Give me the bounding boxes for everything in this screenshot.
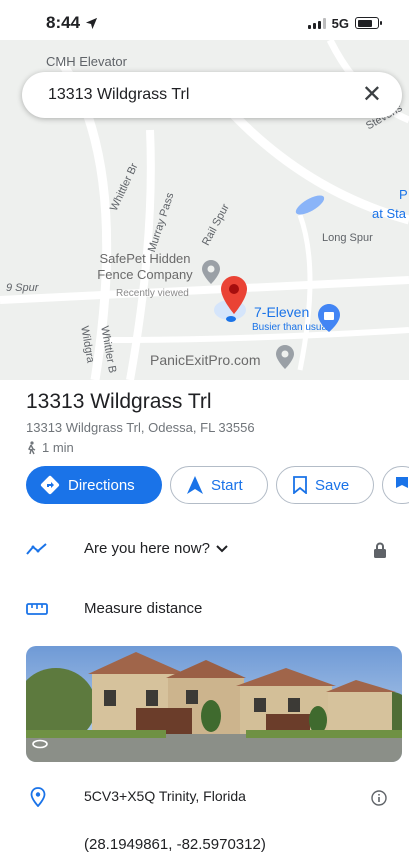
360-view-icon xyxy=(32,739,48,749)
walk-time: 1 min xyxy=(26,440,74,455)
flag-icon xyxy=(396,477,408,488)
map-street-label: 9 Spur xyxy=(6,282,39,294)
here-now-row[interactable]: Are you here now? xyxy=(0,538,409,562)
place-marker-icon[interactable] xyxy=(276,345,294,369)
directions-button[interactable]: Directions xyxy=(26,466,162,504)
street-view-photo[interactable] xyxy=(26,646,402,762)
shopping-bag-icon[interactable] xyxy=(318,304,340,332)
pin-base xyxy=(226,316,236,322)
poi-name-line: SafePet Hidden xyxy=(99,251,191,266)
measure-distance-row[interactable]: Measure distance xyxy=(0,598,409,622)
save-button[interactable]: Save xyxy=(276,466,374,504)
place-marker-icon[interactable] xyxy=(202,260,220,284)
here-now-label: Are you here now? xyxy=(84,540,210,557)
walk-time-value: 1 min xyxy=(42,440,74,455)
poi-name-line: Fence Company xyxy=(97,267,193,282)
map-street-label: Long Spur xyxy=(322,232,373,244)
maps-app: 8:44 5G Whittler Br Murray Pass Rail Spu… xyxy=(0,0,409,861)
street-view-image xyxy=(26,646,402,762)
map-poi-partial[interactable]: P xyxy=(399,187,408,202)
status-indicators: 5G xyxy=(307,15,382,31)
poi-seven-eleven[interactable]: 7-Eleven xyxy=(254,304,309,320)
status-bar: 8:44 5G xyxy=(0,0,409,46)
chevron-down-icon xyxy=(216,544,228,552)
status-time: 8:44 xyxy=(46,13,81,32)
save-label: Save xyxy=(315,476,350,494)
action-buttons: Directions Start Save xyxy=(26,466,409,504)
location-arrow-icon xyxy=(85,17,98,29)
directions-label: Directions xyxy=(68,476,135,494)
start-label: Start xyxy=(211,476,243,494)
here-now-text[interactable]: Are you here now? xyxy=(84,540,228,557)
lock-icon xyxy=(374,542,386,558)
timeline-icon xyxy=(26,543,47,555)
coordinates-text[interactable]: (28.1949861, -82.5970312) xyxy=(84,836,266,853)
bookmark-icon xyxy=(293,476,307,494)
signal-icon xyxy=(307,17,326,29)
close-icon[interactable]: ✕ xyxy=(362,83,382,107)
place-title: 13313 Wildgrass Trl xyxy=(26,390,212,413)
start-button[interactable]: Start xyxy=(170,466,268,504)
dropped-pin-icon[interactable] xyxy=(221,276,247,314)
more-actions-button[interactable] xyxy=(382,466,409,504)
poi-subtitle: Recently viewed xyxy=(116,288,189,299)
poi-panicexitpro[interactable]: PanicExitPro.com xyxy=(150,352,260,368)
plus-code-row[interactable]: 5CV3+X5Q Trinity, Florida xyxy=(0,786,409,810)
network-type: 5G xyxy=(331,15,349,31)
directions-icon xyxy=(40,475,60,495)
battery-icon xyxy=(355,17,382,29)
map-poi-partial[interactable]: CMH Elevator xyxy=(46,54,127,69)
ruler-icon xyxy=(26,603,48,615)
poi-safepet[interactable]: SafePet Hidden Fence Company xyxy=(80,251,210,283)
location-pin-icon xyxy=(30,787,46,807)
place-address: 13313 Wildgrass Trl, Odessa, FL 33556 xyxy=(26,420,255,435)
plus-code-label: 5CV3+X5Q Trinity, Florida xyxy=(84,788,246,804)
navigation-arrow-icon xyxy=(187,476,203,494)
walking-icon xyxy=(28,440,36,454)
clock: 8:44 xyxy=(46,13,98,33)
map-poi-partial[interactable]: at Sta xyxy=(372,206,406,221)
info-icon[interactable] xyxy=(371,790,387,806)
measure-distance-label: Measure distance xyxy=(84,600,203,617)
search-query[interactable]: 13313 Wildgrass Trl xyxy=(48,86,189,104)
search-bar[interactable]: 13313 Wildgrass Trl ✕ xyxy=(22,72,402,118)
